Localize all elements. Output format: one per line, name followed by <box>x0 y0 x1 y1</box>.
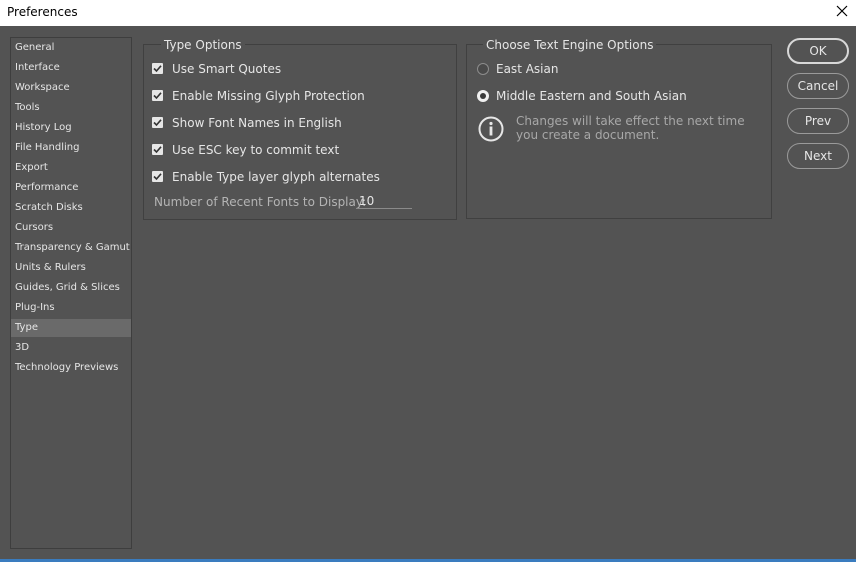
checkmark-icon <box>153 65 162 73</box>
east-asian-radio[interactable] <box>477 63 489 75</box>
middle-eastern-radio[interactable] <box>477 90 489 102</box>
sidebar-item-transparency-gamut[interactable]: Transparency & Gamut <box>11 239 131 257</box>
sidebar-item-cursors[interactable]: Cursors <box>11 219 131 237</box>
sidebar-item-guides-grid-slices[interactable]: Guides, Grid & Slices <box>11 279 131 297</box>
sidebar-item-plug-ins[interactable]: Plug-Ins <box>11 299 131 317</box>
cancel-button[interactable]: Cancel <box>787 73 849 99</box>
checkmark-icon <box>153 173 162 181</box>
sidebar-item-type[interactable]: Type <box>11 319 131 337</box>
prev-button[interactable]: Prev <box>787 108 849 134</box>
info-message: Changes will take effect the next time y… <box>516 114 745 142</box>
info-icon <box>478 116 504 142</box>
glyph-alternates-label: Enable Type layer glyph alternates <box>172 170 380 184</box>
recent-fonts-input[interactable] <box>356 193 412 209</box>
sidebar-item-workspace[interactable]: Workspace <box>11 79 131 97</box>
recent-fonts-label: Number of Recent Fonts to Display: <box>154 195 367 209</box>
east-asian-label: East Asian <box>496 62 559 76</box>
type-options-title: Type Options <box>161 38 245 52</box>
sidebar-item-general[interactable]: General <box>11 39 131 57</box>
preferences-sidebar: General Interface Workspace Tools Histor… <box>10 37 132 549</box>
ok-button[interactable]: OK <box>787 38 849 64</box>
sidebar-item-technology-previews[interactable]: Technology Previews <box>11 359 131 377</box>
missing-glyph-protection-label: Enable Missing Glyph Protection <box>172 89 365 103</box>
middle-eastern-label: Middle Eastern and South Asian <box>496 89 687 103</box>
font-names-english-label: Show Font Names in English <box>172 116 342 130</box>
info-message-line2: you create a document. <box>516 128 660 142</box>
smart-quotes-checkbox[interactable] <box>152 63 163 74</box>
text-engine-title: Choose Text Engine Options <box>483 38 657 52</box>
sidebar-item-history-log[interactable]: History Log <box>11 119 131 137</box>
font-names-english-checkbox[interactable] <box>152 117 163 128</box>
esc-commit-checkbox[interactable] <box>152 144 163 155</box>
info-message-line1: Changes will take effect the next time <box>516 114 745 128</box>
smart-quotes-label: Use Smart Quotes <box>172 62 282 76</box>
sidebar-item-file-handling[interactable]: File Handling <box>11 139 131 157</box>
next-button[interactable]: Next <box>787 143 849 169</box>
sidebar-item-scratch-disks[interactable]: Scratch Disks <box>11 199 131 217</box>
checkmark-icon <box>153 92 162 100</box>
glyph-alternates-checkbox[interactable] <box>152 171 163 182</box>
window-title: Preferences <box>7 5 78 19</box>
sidebar-item-3d[interactable]: 3D <box>11 339 131 357</box>
esc-commit-label: Use ESC key to commit text <box>172 143 340 157</box>
sidebar-item-tools[interactable]: Tools <box>11 99 131 117</box>
checkmark-icon <box>153 146 162 154</box>
sidebar-item-performance[interactable]: Performance <box>11 179 131 197</box>
title-bar: Preferences <box>0 0 856 26</box>
checkmark-icon <box>153 119 162 127</box>
sidebar-item-units-rulers[interactable]: Units & Rulers <box>11 259 131 277</box>
sidebar-item-export[interactable]: Export <box>11 159 131 177</box>
missing-glyph-protection-checkbox[interactable] <box>152 90 163 101</box>
sidebar-item-interface[interactable]: Interface <box>11 59 131 77</box>
close-icon[interactable] <box>834 3 850 19</box>
